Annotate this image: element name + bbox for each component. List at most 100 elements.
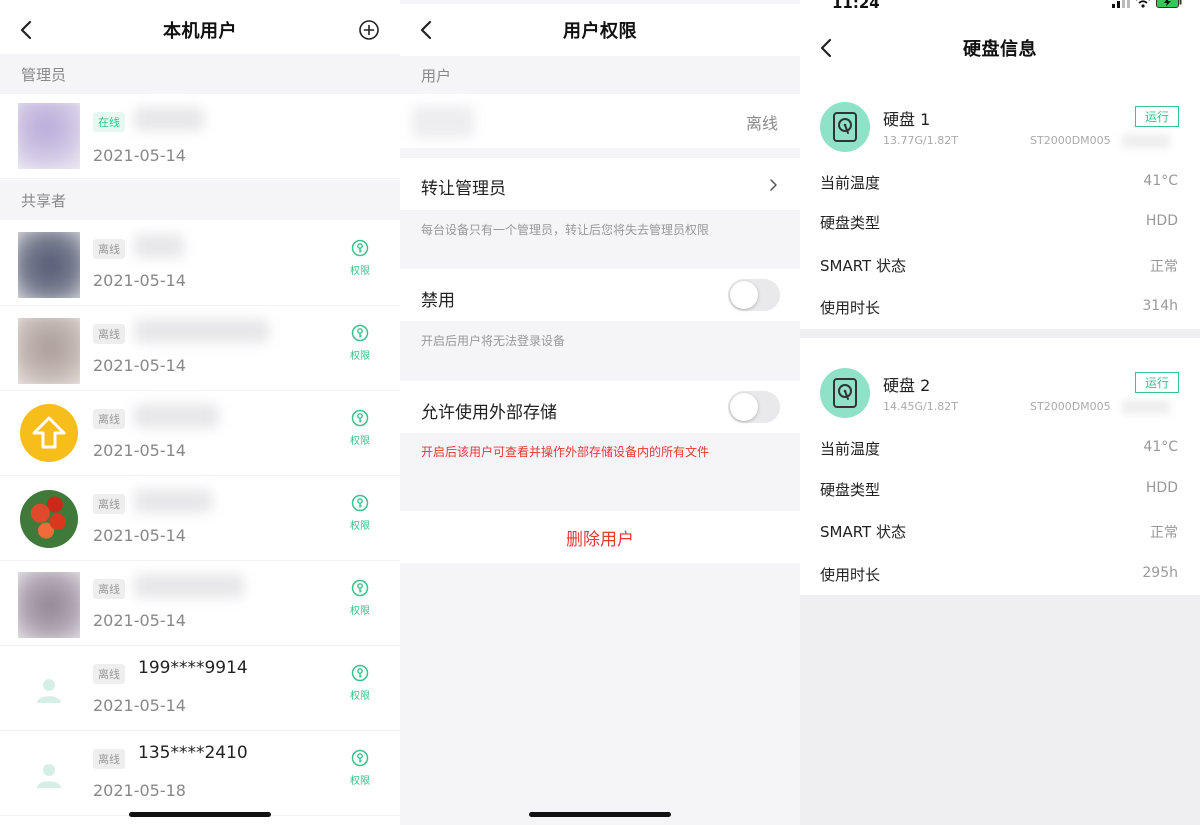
chevron-right-icon [770, 179, 777, 191]
user-date: 2021-05-14 [93, 356, 186, 375]
smart-value: 正常 [1150, 525, 1178, 541]
external-storage-toggle[interactable] [728, 391, 780, 423]
disable-toggle[interactable] [728, 279, 780, 311]
smart-label: SMART 状态 [820, 257, 906, 275]
disk-type-value: HDD [1145, 480, 1178, 496]
avatar [18, 103, 80, 169]
permission-label: 权限 [350, 436, 370, 447]
sharer-row[interactable]: 离线 2021-05-14 权限 [0, 306, 400, 391]
user-name-blurred [412, 106, 474, 138]
page-title: 用户权限 [563, 21, 637, 42]
system-icons [1112, 0, 1182, 8]
back-icon[interactable] [18, 19, 36, 41]
permission-button[interactable]: 权限 [348, 239, 372, 277]
temperature-value: 41°C [1143, 439, 1178, 455]
uptime-label: 使用时长 [820, 299, 881, 317]
user-name-blurred [134, 489, 212, 513]
user-name-blurred [134, 234, 184, 258]
transfer-admin-row[interactable]: 转让管理员 [400, 158, 800, 210]
serial-blurred [1122, 400, 1170, 414]
person-icon [37, 678, 61, 703]
user-name-blurred [134, 319, 269, 343]
admin-section-header: 管理员 [0, 54, 400, 94]
wifi-icon [1136, 0, 1150, 8]
user-permission-screen: 用户权限 用户 离线 转让管理员 每台设备只有一个管理员，转让后您将失去管理员权… [400, 0, 800, 825]
smart-value: 正常 [1150, 259, 1178, 275]
status-badge: 在线 [93, 112, 125, 132]
user-date: 2021-05-14 [93, 526, 186, 545]
signal-icon [1112, 0, 1130, 8]
clock: 11:24 [832, 0, 880, 12]
permission-button[interactable]: 权限 [348, 664, 372, 702]
disable-row: 禁用 [400, 269, 800, 321]
status-badge: 离线 [93, 239, 125, 259]
uptime-label: 使用时长 [820, 566, 881, 584]
delete-user-button[interactable]: 删除用户 [400, 511, 800, 563]
sharer-row[interactable]: 离线 135****2410 2021-05-18 权限 [0, 731, 400, 816]
sharer-row[interactable]: 离线 2021-05-14 权限 [0, 561, 400, 646]
avatar [18, 662, 80, 717]
status-bar: 11:24 [800, 0, 1200, 12]
nav-bar: 硬盘信息 [800, 12, 1200, 84]
temperature-value: 41°C [1143, 173, 1178, 189]
key-icon [351, 664, 369, 682]
user-name: 199****9914 [138, 658, 248, 678]
permission-label: 权限 [350, 776, 370, 787]
transfer-admin-label: 转让管理员 [421, 179, 506, 199]
permission-label: 权限 [350, 351, 370, 362]
uptime-value: 314h [1142, 298, 1178, 314]
status-badge: 离线 [93, 749, 125, 769]
key-icon [351, 494, 369, 512]
disk-name: 硬盘 2 [883, 376, 931, 395]
disk-capacity: 13.77G/1.82T [883, 134, 958, 147]
avatar [18, 232, 80, 298]
transfer-hint: 每台设备只有一个管理员，转让后您将失去管理员权限 [421, 223, 710, 237]
admin-row[interactable]: 在线 2021-05-14 [0, 94, 400, 179]
smart-label: SMART 状态 [820, 523, 906, 541]
user-date: 2021-05-18 [93, 781, 186, 800]
battery-charging-icon [1156, 0, 1182, 8]
sharer-section-header: 共享者 [0, 180, 400, 220]
user-name-blurred [134, 404, 219, 428]
permission-button[interactable]: 权限 [348, 749, 372, 787]
sharer-row[interactable]: 离线 2021-05-14 权限 [0, 221, 400, 306]
user-section-header: 用户 [400, 56, 800, 94]
permission-label: 权限 [350, 266, 370, 277]
person-icon [37, 763, 61, 788]
temperature-label: 当前温度 [820, 174, 881, 192]
user-info-row: 离线 [400, 94, 800, 148]
page-title: 本机用户 [163, 21, 237, 42]
disk-name: 硬盘 1 [883, 110, 931, 129]
disk-model: ST2000DM005 [1030, 134, 1111, 147]
permission-label: 权限 [350, 606, 370, 617]
sharer-row[interactable]: 离线 2021-05-14 权限 [0, 476, 400, 561]
status-badge: 运行 [1134, 106, 1179, 127]
permission-button[interactable]: 权限 [348, 324, 372, 362]
uptime-value: 295h [1142, 565, 1178, 581]
permission-button[interactable]: 权限 [348, 409, 372, 447]
disk-type-label: 硬盘类型 [820, 214, 881, 232]
key-icon [351, 409, 369, 427]
status-badge: 运行 [1134, 372, 1179, 393]
permission-button[interactable]: 权限 [348, 494, 372, 532]
temperature-label: 当前温度 [820, 440, 881, 458]
external-storage-row: 允许使用外部存储 [400, 381, 800, 433]
hard-disk-icon [820, 368, 870, 418]
add-user-icon[interactable] [358, 19, 380, 41]
permission-button[interactable]: 权限 [348, 579, 372, 617]
disable-label: 禁用 [421, 291, 455, 311]
user-name-blurred [134, 107, 204, 131]
disable-hint: 开启后用户将无法登录设备 [421, 334, 566, 348]
sharer-row[interactable]: 离线 199****9914 2021-05-14 权限 [0, 646, 400, 731]
nav-bar: 用户权限 [400, 4, 800, 56]
user-date: 2021-05-14 [93, 611, 186, 630]
home-indicator [129, 812, 271, 817]
user-date: 2021-05-14 [93, 441, 186, 460]
hard-disk-icon [820, 102, 870, 152]
status-badge: 离线 [93, 664, 125, 684]
key-icon [351, 579, 369, 597]
back-icon[interactable] [418, 19, 436, 41]
sharer-row[interactable]: 离线 2021-05-14 权限 [0, 391, 400, 476]
back-icon[interactable] [818, 37, 836, 59]
status-badge: 离线 [93, 494, 125, 514]
